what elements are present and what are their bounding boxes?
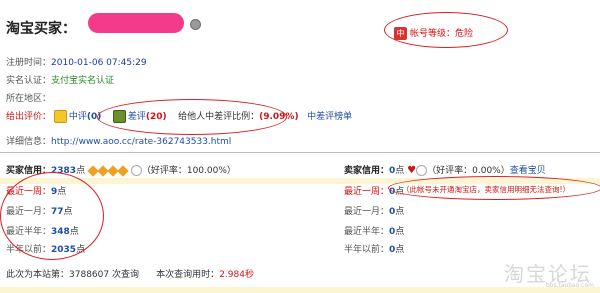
rank-value: 3788607 bbox=[69, 270, 110, 280]
register-row: 注册时间：2010-01-06 07:45:29 bbox=[6, 58, 147, 68]
buyer-good-rate: （好评率：100.00%） bbox=[141, 166, 236, 176]
time-label: 本次查询用时： bbox=[156, 270, 220, 280]
seller-row-month: 最近一月：0点 bbox=[344, 207, 405, 217]
footer-row: 此次为本站第：3788607 次查询 本次查询用时：2.984秒 bbox=[6, 270, 254, 280]
annotation-circle-level bbox=[384, 12, 508, 48]
heart-icon: ♥ bbox=[407, 165, 417, 176]
rating-list-link[interactable]: 中差评榜单 bbox=[307, 112, 352, 122]
rank-label: 此次为本站第： bbox=[6, 270, 70, 280]
diamond-icon bbox=[117, 164, 129, 177]
smile-icon bbox=[416, 165, 428, 176]
neutral-rating-icon bbox=[53, 110, 67, 123]
seller-row-halfyear: 最近半年：0点 bbox=[344, 227, 405, 237]
mid-label: 中评 bbox=[68, 112, 87, 122]
view-items-link[interactable]: 查看宝贝 bbox=[510, 166, 546, 176]
buyer-title: 淘宝买家： bbox=[6, 21, 76, 37]
time-value: 2.984秒 bbox=[219, 270, 254, 280]
bottom-bar bbox=[0, 287, 600, 293]
annotation-circle-buyer bbox=[0, 172, 104, 260]
location-row: 所在地区： bbox=[6, 94, 52, 104]
given-label: 给出评价： bbox=[6, 112, 52, 122]
realname-value: 支付宝实名认证 bbox=[51, 76, 115, 86]
status-dot-icon bbox=[190, 19, 201, 30]
divider bbox=[0, 152, 600, 153]
annotation-circle-ratings bbox=[97, 99, 287, 135]
smile-icon bbox=[130, 165, 142, 176]
seller-credit-row: 卖家信用：0点 ♥ （好评率：0.00%）查看宝贝 bbox=[344, 165, 546, 176]
redacted-username bbox=[88, 13, 184, 33]
seller-good-rate: （好评率：0.00%） bbox=[427, 166, 510, 176]
detail-row: 详细信息：http://www.aoo.cc/rate-362743533.ht… bbox=[6, 137, 232, 147]
register-date: 2010-01-06 07:45:29 bbox=[51, 58, 147, 68]
seller-row-before: 半年以前：0点 bbox=[344, 245, 405, 255]
annotation-circle-seller bbox=[388, 176, 600, 200]
watermark-url: bbs.taobao.com bbox=[545, 282, 594, 289]
detail-url-link[interactable]: http://www.aoo.cc/rate-362743533.html bbox=[51, 137, 231, 147]
realname-row: 实名认证：支付宝实名认证 bbox=[6, 76, 115, 86]
